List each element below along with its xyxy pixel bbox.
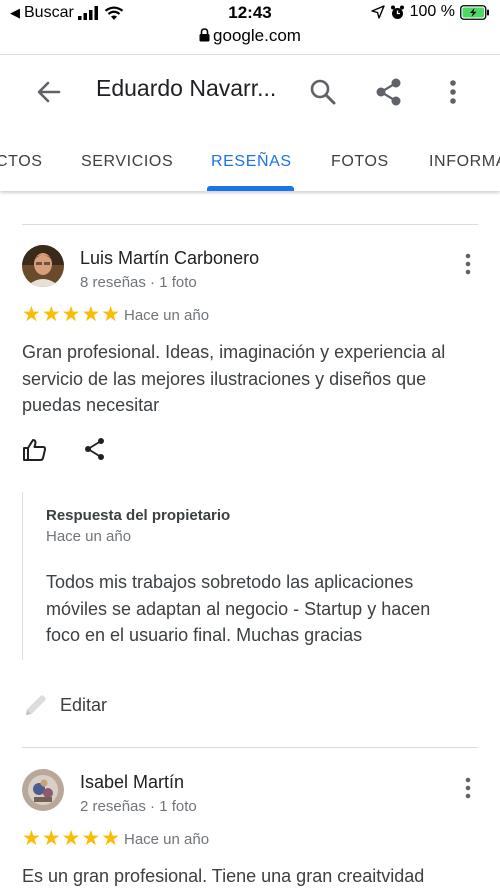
review-date: Hace un año	[124, 831, 210, 848]
more-vert-icon[interactable]	[460, 776, 476, 800]
battery-percent: 100 %	[409, 3, 455, 20]
tab-productos[interactable]: CTOS	[0, 153, 43, 171]
owner-response-title: Respuesta del propietario	[46, 507, 231, 524]
owner-response-date: Hace un año	[46, 528, 132, 545]
tab-resenas[interactable]: RESEÑAS	[211, 153, 292, 171]
share-icon[interactable]	[82, 436, 108, 462]
tab-servicios[interactable]: SERVICIOS	[81, 153, 173, 171]
pencil-icon	[26, 695, 46, 715]
page-title: Eduardo Navarr...	[96, 75, 277, 101]
active-tab-indicator	[207, 186, 294, 191]
owner-response-text: Todos mis trabajos sobretodo las aplicac…	[46, 572, 431, 645]
review-date: Hace un año	[124, 307, 210, 324]
ios-status-bar: ◀ Buscar 12:43 100 %	[0, 0, 500, 26]
edit-button[interactable]: Editar	[22, 690, 107, 720]
search-icon[interactable]	[306, 75, 340, 109]
lock-icon	[199, 28, 210, 42]
more-vert-icon[interactable]	[436, 75, 470, 109]
avatar[interactable]	[22, 769, 64, 811]
review-text: Es un gran profesional. Tiene una gran c…	[22, 866, 425, 886]
back-arrow-icon[interactable]	[32, 75, 66, 109]
avatar[interactable]	[22, 245, 64, 287]
location-arrow-icon	[370, 5, 385, 19]
divider	[22, 747, 478, 748]
tab-fotos[interactable]: FOTOS	[331, 153, 389, 171]
app-header: Eduardo Navarr...	[0, 54, 500, 130]
reviewer-name[interactable]: Isabel Martín	[80, 772, 184, 793]
owner-response: Respuesta del propietario Hace un año To…	[22, 492, 463, 660]
divider	[22, 224, 478, 225]
avatar-photo-icon	[22, 245, 64, 287]
star-rating: ★★★★★	[22, 303, 122, 326]
reviewer-meta: 2 reseñas · 1 foto	[80, 798, 197, 815]
reviewer-meta: 8 reseñas · 1 foto	[80, 274, 197, 291]
more-vert-icon[interactable]	[460, 252, 476, 276]
address-bar[interactable]: google.com	[0, 26, 500, 46]
tab-informacion[interactable]: INFORMA	[429, 153, 500, 171]
reviewer-name[interactable]: Luis Martín Carbonero	[80, 248, 259, 269]
battery-charging-icon	[460, 4, 489, 20]
star-rating: ★★★★★	[22, 827, 122, 850]
edit-label[interactable]: Editar	[60, 695, 107, 716]
url-text[interactable]: google.com	[213, 26, 301, 45]
alarm-icon	[390, 5, 404, 19]
tab-bar: CTOS SERVICIOS RESEÑAS FOTOS INFORMA	[0, 129, 500, 191]
share-icon[interactable]	[372, 75, 406, 109]
status-right: 100 %	[370, 3, 490, 21]
review-text: Gran profesional. Ideas, imaginación y e…	[22, 342, 446, 415]
avatar-photo-icon	[22, 769, 64, 811]
thumbs-up-icon[interactable]	[22, 437, 48, 463]
